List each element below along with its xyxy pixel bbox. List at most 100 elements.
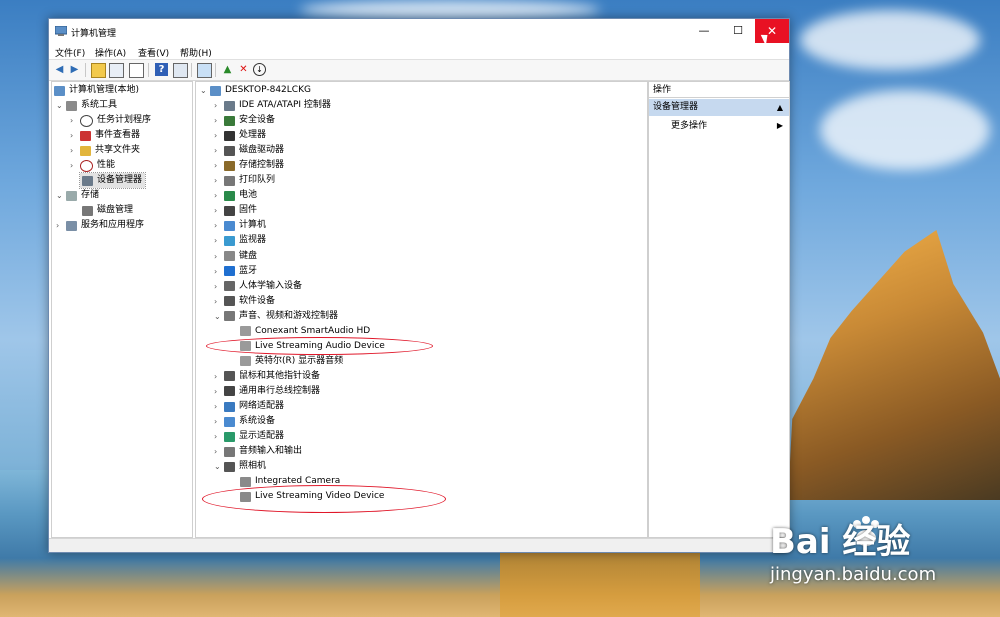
more-actions-label: 更多操作 xyxy=(671,121,708,131)
device-category-row[interactable]: › 电池 xyxy=(214,188,257,203)
chevron-right-icon[interactable]: › xyxy=(70,113,80,128)
tree-item-event-viewer[interactable]: › 事件查看器 xyxy=(70,128,140,143)
update-driver-icon[interactable]: ▲ xyxy=(221,63,234,76)
chevron-right-icon[interactable]: › xyxy=(214,414,224,429)
device-category-icon xyxy=(224,386,235,397)
chevron-right-icon[interactable]: › xyxy=(70,128,80,143)
device-category-row[interactable]: › 磁盘驱动器 xyxy=(214,143,284,158)
help-icon[interactable]: ? xyxy=(155,63,168,76)
device-category-row[interactable]: › IDE ATA/ATAPI 控制器 xyxy=(214,98,331,113)
device-tree-label: 系统设备 xyxy=(239,416,276,427)
up-folder-icon[interactable] xyxy=(91,63,106,78)
device-category-row[interactable]: › 蓝牙 xyxy=(214,264,257,279)
chevron-right-icon[interactable]: › xyxy=(214,444,224,459)
device-category-row[interactable]: › 显示适配器 xyxy=(214,429,284,444)
chevron-right-icon[interactable]: › xyxy=(214,249,224,264)
tree-item-shared-folders[interactable]: › 共享文件夹 xyxy=(70,143,140,158)
device-category-icon xyxy=(224,401,235,412)
device-category-row[interactable]: ⌄ 声音、视频和游戏控制器 xyxy=(214,309,338,324)
close-button[interactable]: ✕ xyxy=(755,19,789,43)
device-category-icon xyxy=(224,205,235,216)
chevron-right-icon[interactable]: › xyxy=(214,173,224,188)
device-category-row[interactable]: › 系统设备 xyxy=(214,414,275,429)
collapse-up-icon[interactable]: ▲ xyxy=(777,99,783,116)
chevron-right-icon[interactable]: › xyxy=(214,399,224,414)
device-category-row[interactable]: ⌄ 照相机 xyxy=(214,459,266,474)
forward-arrow-icon[interactable]: ▶ xyxy=(68,63,81,76)
chevron-right-icon[interactable]: › xyxy=(214,369,224,384)
chevron-right-icon[interactable]: › xyxy=(214,218,224,233)
device-category-row[interactable]: › 监视器 xyxy=(214,233,266,248)
tree-item-system-tools[interactable]: ⌄ 系统工具 xyxy=(56,98,117,113)
maximize-button[interactable]: ☐ xyxy=(721,19,755,43)
view-icon[interactable] xyxy=(173,63,188,78)
device-category-row[interactable]: › 键盘 xyxy=(214,249,257,264)
device-category-row[interactable]: › 安全设备 xyxy=(214,113,275,128)
menu-action[interactable]: 操作(A) xyxy=(95,46,126,59)
more-actions-item[interactable]: 更多操作 ▶ xyxy=(649,118,789,134)
chevron-down-icon[interactable]: ⌄ xyxy=(200,83,210,98)
chevron-right-icon[interactable]: › xyxy=(214,188,224,203)
device-category-row[interactable]: › 通用串行总线控制器 xyxy=(214,384,320,399)
chevron-right-icon[interactable]: › xyxy=(214,158,224,173)
chevron-down-icon[interactable]: ⌄ xyxy=(214,309,224,324)
toolbar-separator xyxy=(191,63,192,77)
chevron-right-icon[interactable]: › xyxy=(56,218,66,233)
show-hide-tree-icon[interactable] xyxy=(109,63,124,78)
device-category-row[interactable]: › 软件设备 xyxy=(214,294,275,309)
device-tree-root[interactable]: ⌄ DESKTOP-842LCKG xyxy=(200,83,311,98)
menu-view[interactable]: 查看(V) xyxy=(138,46,169,59)
device-category-icon xyxy=(224,220,235,231)
properties-icon[interactable] xyxy=(129,63,144,78)
tree-item-label: 共享文件夹 xyxy=(95,145,141,155)
minimize-button[interactable]: — xyxy=(687,19,721,43)
rock-formation xyxy=(788,230,1000,500)
download-icon[interactable]: ↓ xyxy=(253,63,266,76)
tree-item-device-manager[interactable]: 设备管理器 xyxy=(78,172,147,189)
device-category-row[interactable]: › 鼠标和其他指针设备 xyxy=(214,369,320,384)
chevron-right-icon[interactable]: › xyxy=(214,98,224,113)
device-category-row[interactable]: › 处理器 xyxy=(214,128,266,143)
menu-help[interactable]: 帮助(H) xyxy=(180,46,212,59)
device-category-row[interactable]: › 固件 xyxy=(214,203,257,218)
device-category-icon xyxy=(224,100,235,111)
back-arrow-icon[interactable]: ◀ xyxy=(53,63,66,76)
chevron-right-icon[interactable]: › xyxy=(214,279,224,294)
chevron-right-icon[interactable]: › xyxy=(214,384,224,399)
device-category-row[interactable]: › 打印队列 xyxy=(214,173,275,188)
chevron-right-icon[interactable]: › xyxy=(214,233,224,248)
tree-root[interactable]: 计算机管理(本地) xyxy=(54,83,139,98)
tree-item-storage[interactable]: ⌄ 存储 xyxy=(56,188,99,203)
chevron-right-icon[interactable]: › xyxy=(70,158,80,173)
chevron-right-icon[interactable]: › xyxy=(214,143,224,158)
chevron-right-icon[interactable]: › xyxy=(214,429,224,444)
tree-item-performance[interactable]: › 性能 xyxy=(70,158,115,173)
tree-item-services-apps[interactable]: › 服务和应用程序 xyxy=(56,218,144,233)
monitor-icon[interactable] xyxy=(197,63,212,78)
chevron-right-icon[interactable]: › xyxy=(214,128,224,143)
tree-item-disk-management[interactable]: 磁盘管理 xyxy=(80,203,133,218)
menu-file[interactable]: 文件(F) xyxy=(55,46,85,59)
audio-device-row[interactable]: 英特尔(R) 显示器音频 xyxy=(240,354,343,369)
chevron-right-icon[interactable]: › xyxy=(214,203,224,218)
device-category-icon xyxy=(224,296,235,307)
chevron-right-icon[interactable]: › xyxy=(214,113,224,128)
chevron-down-icon[interactable]: ⌄ xyxy=(56,188,66,203)
toolbar: ◀ ▶ ? ▲ ✕ ↓ xyxy=(49,59,789,81)
tree-root-label: 计算机管理(本地) xyxy=(69,85,140,95)
chevron-down-icon[interactable]: ⌄ xyxy=(214,459,224,474)
chevron-right-icon[interactable]: › xyxy=(214,294,224,309)
device-category-row[interactable]: › 计算机 xyxy=(214,218,266,233)
tree-item-task-scheduler[interactable]: › 任务计划程序 xyxy=(70,113,151,128)
chevron-right-icon[interactable]: › xyxy=(214,264,224,279)
performance-icon xyxy=(80,159,93,172)
device-category-row[interactable]: › 网络适配器 xyxy=(214,399,284,414)
chevron-down-icon[interactable]: ⌄ xyxy=(56,98,66,113)
actions-section-device-manager[interactable]: 设备管理器 ▲ xyxy=(649,99,789,116)
chevron-right-icon[interactable]: › xyxy=(70,143,80,158)
uninstall-icon[interactable]: ✕ xyxy=(237,63,250,76)
device-category-row[interactable]: › 人体学输入设备 xyxy=(214,279,302,294)
highlight-ellipse-audio xyxy=(206,337,433,355)
device-category-row[interactable]: › 音频输入和输出 xyxy=(214,444,302,459)
device-category-row[interactable]: › 存储控制器 xyxy=(214,158,284,173)
